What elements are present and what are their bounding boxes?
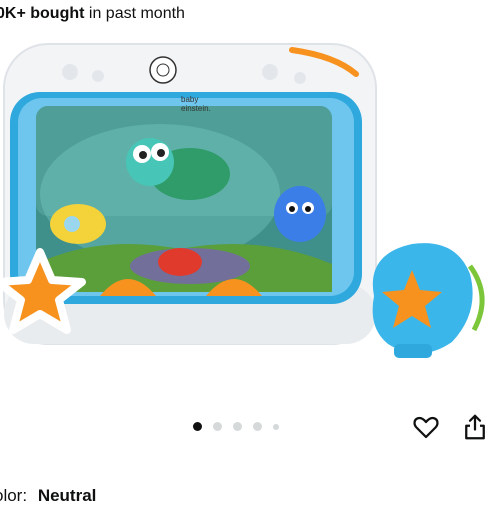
color-label: olor:	[0, 486, 28, 505]
carousel-dot-3[interactable]	[233, 422, 242, 431]
carousel-dot-4[interactable]	[253, 422, 262, 431]
product-illustration	[0, 43, 485, 358]
bought-count: 0K+ bought	[0, 5, 85, 22]
bought-suffix: in past month	[88, 5, 185, 22]
carousel-dot-1[interactable]	[193, 422, 202, 431]
brand-logo-text: baby einstein.	[181, 95, 211, 113]
product-image[interactable]: baby einstein.	[0, 34, 500, 404]
purchase-count-text: 0K+ bought in past month	[0, 5, 185, 23]
carousel-dot-5[interactable]	[273, 424, 279, 430]
carousel-dot-2[interactable]	[213, 422, 222, 431]
color-value: Neutral	[37, 486, 97, 505]
share-icon[interactable]	[460, 412, 490, 442]
heart-icon[interactable]	[411, 412, 441, 442]
color-variant: olor: Neutral	[0, 486, 96, 506]
